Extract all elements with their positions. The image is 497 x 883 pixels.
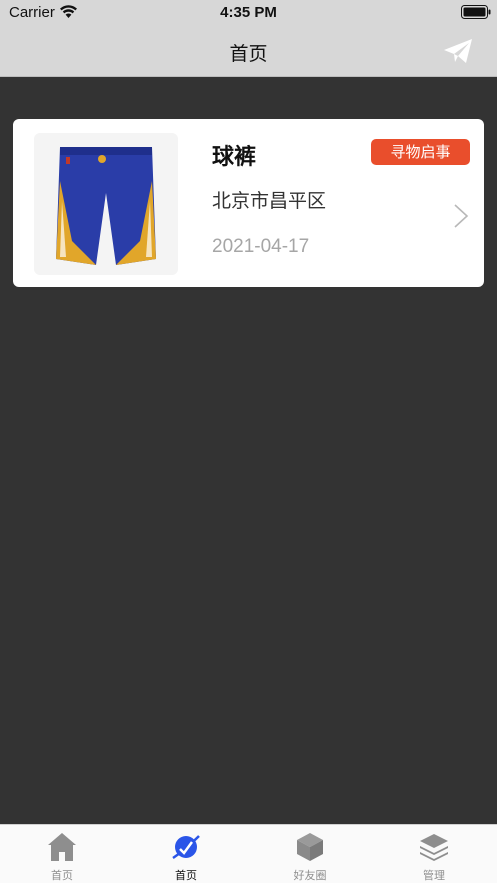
send-icon[interactable]	[443, 38, 473, 64]
layers-icon	[420, 834, 448, 861]
item-title: 球裤	[212, 145, 257, 170]
chevron-right-icon	[454, 204, 469, 228]
item-date: 2021-04-17	[212, 236, 310, 257]
tab-home[interactable]: 首页	[0, 825, 124, 883]
tab-label: 好友圈	[293, 869, 327, 882]
cube-icon	[297, 833, 323, 861]
item-image	[34, 133, 178, 275]
status-bar: Carrier 4:35 PM	[0, 0, 497, 26]
top-header: Carrier 4:35 PM 首页	[0, 0, 497, 77]
home-icon	[48, 833, 76, 861]
tab-label: 首页	[51, 869, 73, 882]
tab-friends[interactable]: 好友圈	[248, 825, 372, 883]
tab-label: 管理	[423, 869, 445, 882]
item-location: 北京市昌平区	[212, 190, 327, 212]
tab-label: 首页	[175, 869, 197, 882]
battery-icon	[461, 5, 491, 19]
basketball-shorts-image	[56, 147, 156, 265]
tab-manage[interactable]: 管理	[372, 825, 496, 883]
tab-discover[interactable]: 首页	[124, 825, 248, 883]
category-badge: 寻物启事	[371, 139, 470, 165]
planet-icon	[172, 835, 200, 860]
navigation-bar: 首页	[0, 26, 497, 77]
tab-bar: 首页 首页 好友圈 管理	[0, 824, 497, 883]
item-card[interactable]: 球裤 寻物启事 北京市昌平区 2021-04-17	[13, 119, 484, 287]
page-title: 首页	[229, 43, 268, 65]
clock-time: 4:35 PM	[220, 4, 277, 21]
